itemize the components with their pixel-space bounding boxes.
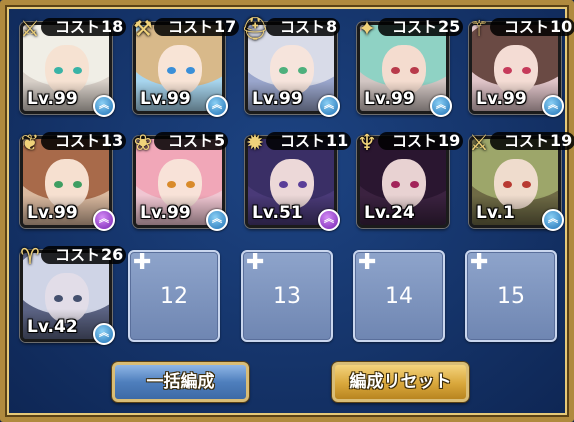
cost-label: コスト: [55, 246, 101, 264]
unit-level: Lv.1: [476, 203, 515, 223]
cost-label: コスト: [280, 132, 326, 150]
cost-label: コスト: [504, 132, 550, 150]
unit-slot-9[interactable]: コスト19 ♆ Lv.24: [357, 131, 464, 228]
cost-tag: コスト5: [154, 131, 229, 150]
cost-tag: コスト10: [490, 18, 574, 36]
cost-value: 11: [326, 131, 349, 150]
cost-value: 18: [101, 17, 124, 36]
cost-tag: コスト25: [378, 17, 464, 36]
unit-level: Lv.24: [364, 203, 415, 223]
staff-icon: ⚚: [469, 17, 489, 42]
unit-level: Lv.99: [252, 89, 303, 109]
sword-icon: ⚔: [20, 17, 40, 42]
unit-slot-3[interactable]: コスト8 ⛑ Lv.99 ︽: [241, 17, 341, 117]
helmet-icon: ⛑: [241, 17, 269, 42]
cost-tag: コスト11: [266, 131, 352, 150]
horns-icon: ♆: [357, 131, 377, 156]
cost-value: 10: [550, 17, 573, 36]
awaken-chevron-icon: ︽: [318, 209, 340, 231]
unit-level: Lv.99: [364, 89, 415, 109]
unit-slot-4[interactable]: コスト25 ✦ Lv.99 ︽: [357, 17, 464, 117]
cost-value: 19: [550, 131, 573, 150]
cost-value: 26: [101, 245, 124, 264]
awaken-chevron-icon: ︽: [93, 323, 115, 345]
cost-label: コスト: [55, 132, 101, 150]
cost-tag: コスト18: [41, 17, 127, 36]
unit-grid: コスト18 ⚔ Lv.99 ︽ コスト17 ⚒ Lv.99 ︽ コスト8 ⛑ Lv.99 ︽ コス…: [0, 0, 574, 422]
unit-level: Lv.99: [476, 89, 527, 109]
awaken-chevron-icon: ︽: [93, 209, 115, 231]
cost-value: 8: [326, 17, 338, 36]
cost-value: 13: [101, 131, 124, 150]
cost-label: コスト: [55, 18, 101, 36]
awaken-chevron-icon: ︽: [318, 95, 340, 117]
reset-formation-button[interactable]: 編成リセット: [332, 362, 469, 402]
cost-label: コスト: [168, 18, 214, 36]
cost-value: 5: [214, 131, 226, 150]
cost-value: 17: [214, 17, 237, 36]
bulk-formation-button[interactable]: 一括編成: [112, 362, 249, 402]
cannon-icon: ✹: [245, 131, 265, 156]
cost-label: コスト: [168, 132, 214, 150]
unit-level: Lv.51: [252, 203, 303, 223]
awaken-chevron-icon: ︽: [542, 95, 564, 117]
leaf-icon: ❦: [20, 131, 40, 156]
plus-icon: ✚: [470, 250, 489, 275]
unit-slot-6[interactable]: コスト13 ❦ Lv.99 ︽: [20, 131, 127, 231]
unit-slot-2[interactable]: コスト17 ⚒ Lv.99 ︽: [133, 17, 240, 117]
cost-tag: コスト13: [41, 131, 127, 150]
slot-number: 15: [497, 284, 525, 309]
unit-slot-7[interactable]: コスト5 ❀ Lv.99 ︽: [133, 131, 229, 231]
cost-value: 25: [438, 17, 461, 36]
slot-number: 13: [273, 284, 301, 309]
cost-label: コスト: [280, 18, 326, 36]
unit-level: Lv.42: [27, 317, 78, 337]
awaken-chevron-icon: ︽: [93, 95, 115, 117]
cost-tag: コスト8: [266, 17, 341, 36]
empty-slot-14[interactable]: ✚ 14: [353, 250, 445, 342]
unit-slot-1[interactable]: コスト18 ⚔ Lv.99 ︽: [20, 17, 127, 117]
unit-slot-5[interactable]: コスト10 ⚚ Lv.99 ︽: [469, 17, 574, 117]
awaken-chevron-icon: ︽: [206, 209, 228, 231]
cost-tag: コスト19: [378, 131, 464, 150]
empty-slot-13[interactable]: ✚ 13: [241, 250, 333, 342]
cost-label: コスト: [392, 18, 438, 36]
unit-level: Lv.99: [140, 89, 191, 109]
empty-slot-12[interactable]: ✚ 12: [128, 250, 220, 342]
unit-level: Lv.99: [27, 203, 78, 223]
crest-icon: ✦: [357, 17, 377, 42]
ram-icon: ♈: [20, 245, 40, 270]
cost-tag: コスト19: [490, 132, 574, 150]
cost-value: 19: [438, 131, 461, 150]
awaken-chevron-icon: ︽: [430, 95, 452, 117]
unit-slot-10[interactable]: コスト19 ⚔ Lv.1 ︽: [469, 131, 574, 231]
cost-label: コスト: [392, 132, 438, 150]
unit-slot-8[interactable]: コスト11 ✹ Lv.51 ︽: [245, 131, 352, 231]
unit-slot-11[interactable]: コスト26 ♈ Lv.42 ︽: [20, 245, 127, 345]
plus-icon: ✚: [358, 250, 377, 275]
slot-number: 14: [385, 284, 413, 309]
awaken-chevron-icon: ︽: [206, 95, 228, 117]
unit-level: Lv.99: [27, 89, 78, 109]
shoes-icon: ❀: [133, 131, 153, 156]
hammer-icon: ⚒: [133, 17, 153, 42]
blade-icon: ⚔: [469, 131, 489, 156]
cost-label: コスト: [504, 18, 550, 36]
slot-number: 12: [160, 284, 188, 309]
unit-level: Lv.99: [140, 203, 191, 223]
cost-tag: コスト17: [154, 17, 240, 36]
cost-tag: コスト26: [41, 245, 127, 264]
awaken-chevron-icon: ︽: [542, 209, 564, 231]
empty-slot-15[interactable]: ✚ 15: [465, 250, 557, 342]
plus-icon: ✚: [133, 250, 152, 275]
plus-icon: ✚: [246, 250, 265, 275]
